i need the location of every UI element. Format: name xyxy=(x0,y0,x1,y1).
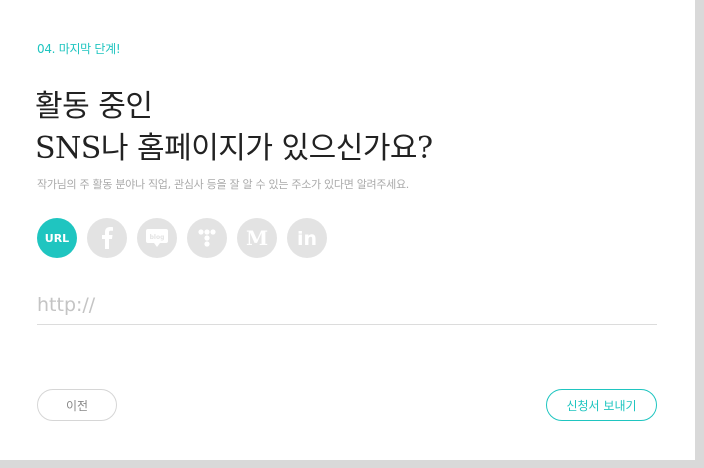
page-title: 활동 중인 SNS나 홈페이지가 있으신가요? xyxy=(35,86,433,170)
application-card: 04. 마지막 단계! 활동 중인 SNS나 홈페이지가 있으신가요? 작가님의… xyxy=(0,0,695,460)
step-label: 04. 마지막 단계! xyxy=(37,42,121,56)
title-line-2: SNS나 홈페이지가 있으신가요? xyxy=(35,131,433,166)
linkedin-icon-label: in xyxy=(297,228,317,248)
sns-selector: URL blog M in xyxy=(37,218,327,258)
tumblr-dots-icon[interactable] xyxy=(187,218,227,258)
prev-button-label: 이전 xyxy=(65,398,89,413)
facebook-icon[interactable] xyxy=(87,218,127,258)
url-input[interactable] xyxy=(37,285,657,325)
subtitle: 작가님의 주 활동 분야나 직업, 관심사 등을 잘 알 수 있는 주소가 있다… xyxy=(37,178,410,191)
url-icon-label: URL xyxy=(44,231,70,245)
send-application-button[interactable]: 신청서 보내기 xyxy=(546,389,657,421)
prev-button[interactable]: 이전 xyxy=(37,389,117,421)
send-button-label: 신청서 보내기 xyxy=(566,398,637,413)
blog-icon[interactable]: blog xyxy=(137,218,177,258)
linkedin-icon[interactable]: in xyxy=(287,218,327,258)
title-line-1: 활동 중인 xyxy=(35,89,153,124)
url-icon[interactable]: URL xyxy=(37,218,77,258)
blog-icon-label: blog xyxy=(150,234,165,241)
medium-icon[interactable]: M xyxy=(237,218,277,258)
medium-icon-label: M xyxy=(246,228,268,248)
